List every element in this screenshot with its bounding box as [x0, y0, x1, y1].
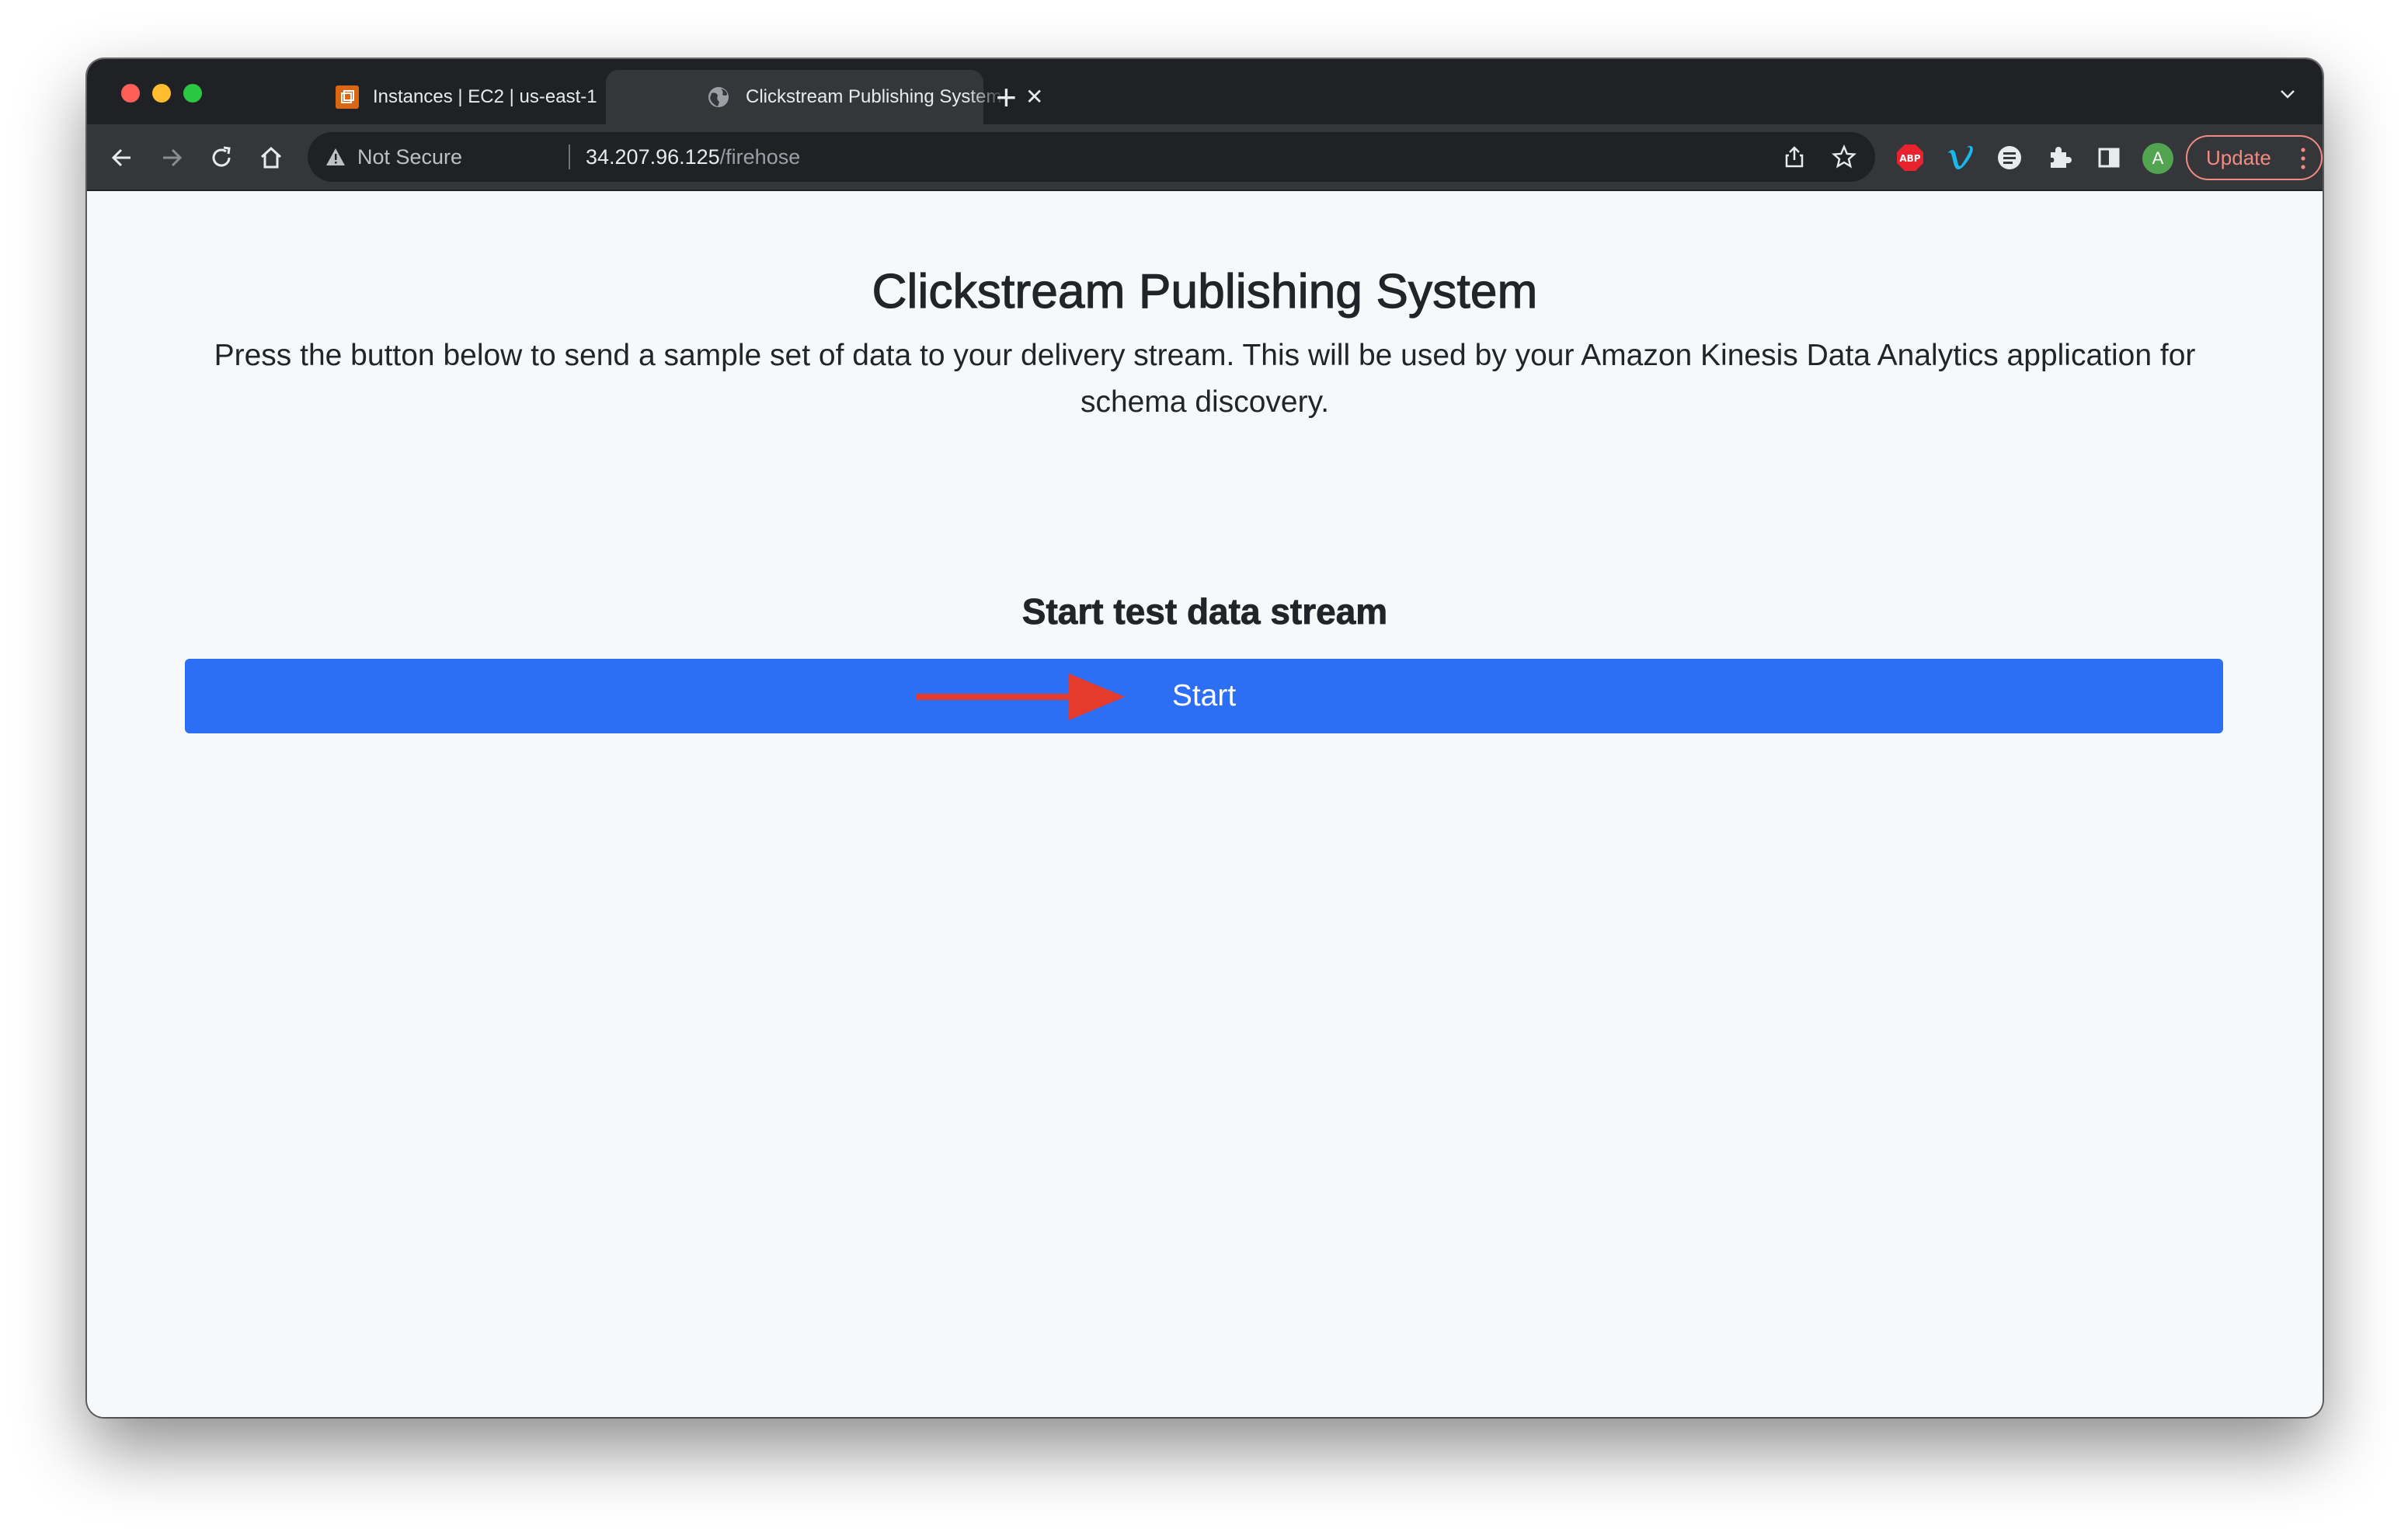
- globe-icon: [708, 87, 729, 107]
- home-icon[interactable]: [258, 144, 284, 171]
- bookmark-star-icon[interactable]: [1832, 144, 1856, 169]
- browser-toolbar: Not Secure 34.207.96.125/firehose ABP A …: [87, 124, 2323, 191]
- tab-title: Instances | EC2 | us-east-1: [373, 86, 597, 107]
- tab-clickstream[interactable]: Clickstream Publishing System ✕: [606, 70, 1043, 124]
- close-window-button[interactable]: [121, 84, 140, 103]
- aws-ec2-icon: [336, 85, 359, 109]
- tab-strip: Instances | EC2 | us-east-1 ✕ Clickstrea…: [87, 59, 2323, 124]
- close-tab-icon[interactable]: ✕: [1025, 86, 1043, 108]
- maximize-window-button[interactable]: [183, 84, 202, 103]
- red-arrow-annotation-icon: [917, 674, 1125, 720]
- chevron-down-icon[interactable]: [2279, 85, 2296, 103]
- url-host: 34.207.96.125: [586, 145, 720, 169]
- address-bar[interactable]: Not Secure 34.207.96.125/firehose: [308, 132, 1875, 182]
- page-content: Clickstream Publishing System Press the …: [87, 193, 2323, 1417]
- url-path: /firehose: [719, 145, 801, 169]
- adblock-plus-icon[interactable]: ABP: [1895, 143, 1925, 172]
- page-title: Clickstream Publishing System: [872, 264, 1538, 319]
- vimeo-icon[interactable]: [1945, 143, 1975, 172]
- start-button[interactable]: Start: [185, 659, 2223, 733]
- side-panel-icon[interactable]: [2094, 143, 2124, 172]
- warning-icon[interactable]: [325, 146, 346, 168]
- profile-avatar[interactable]: A: [2142, 143, 2173, 174]
- back-arrow-icon[interactable]: [109, 144, 135, 171]
- reload-icon[interactable]: [208, 144, 235, 171]
- new-tab-button[interactable]: +: [996, 79, 1017, 115]
- puzzle-extensions-icon[interactable]: [2044, 143, 2074, 172]
- svg-text:ABP: ABP: [1899, 153, 1920, 164]
- update-label: Update: [2206, 145, 2271, 169]
- tab-title: Clickstream Publishing System: [746, 86, 1002, 107]
- kebab-menu-icon[interactable]: [2301, 147, 2305, 170]
- url-text[interactable]: 34.207.96.125/firehose: [586, 145, 800, 169]
- update-button[interactable]: Update: [2186, 135, 2323, 180]
- divider: [569, 144, 570, 169]
- minimize-window-button[interactable]: [152, 84, 171, 103]
- forward-arrow-icon[interactable]: [158, 144, 185, 171]
- page-description: Press the button below to send a sample …: [214, 339, 2196, 419]
- extension-circle-icon[interactable]: [1995, 143, 2024, 172]
- security-label[interactable]: Not Secure: [357, 145, 462, 169]
- section-title: Start test data stream: [1021, 591, 1388, 632]
- browser-window: Instances | EC2 | us-east-1 ✕ Clickstrea…: [87, 59, 2323, 1417]
- share-icon[interactable]: [1782, 144, 1807, 169]
